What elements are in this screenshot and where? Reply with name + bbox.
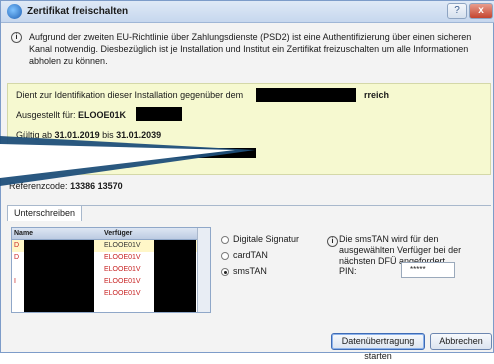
- window-title: Zertifikat freischalten: [27, 6, 129, 17]
- table-scrollbar[interactable]: [197, 228, 210, 312]
- radio-label-smstan: smsTAN: [233, 266, 267, 276]
- radio-label-digital-signature: Digitale Signatur: [233, 234, 300, 244]
- reference-label: Referenzcode:: [9, 181, 68, 191]
- validity-line: Gültig ab 31.01.2019 bis 31.01.2039: [16, 130, 161, 140]
- valid-from: 31.01.2019: [54, 130, 100, 140]
- reference-value: 13386 13570: [70, 181, 123, 191]
- ident-line: Dient zur Identifikation dieser Installa…: [16, 90, 389, 100]
- app-icon: [7, 4, 22, 19]
- row-verfueger: ELOOE01V: [104, 278, 141, 285]
- pin-label: PIN:: [339, 266, 357, 276]
- column-header-verfueger: Verfüger: [104, 230, 133, 237]
- title-bar: Zertifikat freischalten ? x: [1, 1, 494, 23]
- info-icon: i: [11, 32, 22, 43]
- valid-to: 31.01.2039: [116, 130, 162, 140]
- info-icon: i: [327, 236, 338, 247]
- issued-line: Ausgestellt für: ELOOE01K: [16, 110, 126, 120]
- column-header-name: Name: [14, 230, 34, 237]
- redaction-bar: [140, 148, 256, 158]
- radio-cardtan[interactable]: [221, 252, 229, 260]
- row-name: D: [14, 254, 20, 261]
- ident-prefix: Dient zur Identifikation dieser Installa…: [16, 90, 244, 100]
- redaction-bar: [256, 88, 356, 102]
- pin-field[interactable]: *****: [401, 262, 455, 278]
- help-button[interactable]: ?: [447, 3, 467, 19]
- redaction-bar: [136, 107, 182, 121]
- radio-smstan[interactable]: [221, 268, 229, 276]
- row-verfueger: ELOOE01V: [104, 254, 141, 261]
- close-button[interactable]: x: [469, 3, 493, 19]
- valid-prefix: Gültig ab: [16, 130, 53, 140]
- tab-sign[interactable]: Unterschreiben: [7, 205, 83, 221]
- issued-label: Ausgestellt für:: [16, 110, 76, 120]
- start-transfer-button[interactable]: Datenübertragung starten: [331, 333, 425, 361]
- certificate-info-panel: Dient zur Identifikation dieser Installa…: [7, 83, 491, 175]
- info-text: Aufgrund der zweiten EU-Richtlinie über …: [29, 32, 472, 66]
- radio-label-cardtan: cardTAN: [233, 250, 268, 260]
- reference-code: Referenzcode: 13386 13570: [9, 181, 123, 191]
- row-verfueger: ELOOE01V: [104, 266, 141, 273]
- disposer-table[interactable]: Name Verfüger D ELOOE01V D ELOOE01V ELOO…: [11, 227, 211, 313]
- table-header: Name Verfüger: [12, 228, 198, 240]
- redaction-bar: [24, 240, 94, 312]
- row-name: I: [14, 278, 16, 285]
- ident-suffix: rreich: [364, 90, 390, 100]
- certificate-dialog: Zertifikat freischalten ? x i Aufgrund d…: [0, 0, 494, 361]
- redaction-bar: [154, 240, 196, 312]
- row-verfueger: ELOOE01V: [104, 242, 141, 249]
- cancel-button[interactable]: Abbrechen: [430, 333, 492, 350]
- row-verfueger: ELOOE01V: [104, 290, 141, 297]
- row-name: D: [14, 242, 20, 249]
- issued-value: ELOOE01K: [78, 110, 127, 120]
- radio-digital-signature[interactable]: [221, 236, 229, 244]
- valid-mid: bis: [102, 130, 114, 140]
